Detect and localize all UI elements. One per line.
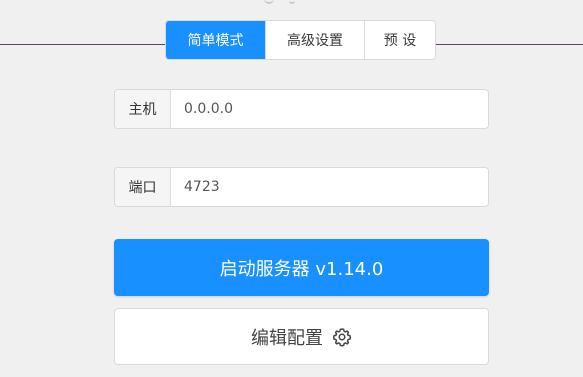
tab-simple-mode[interactable]: 简单模式: [166, 21, 265, 59]
logo-fragment: [264, 0, 274, 4]
start-server-label: 启动服务器 v1.14.0: [219, 258, 384, 280]
start-server-button[interactable]: 启动服务器 v1.14.0: [114, 239, 489, 296]
port-input[interactable]: [171, 168, 488, 206]
edit-config-label: 编辑配置: [251, 327, 323, 349]
port-field: 端口: [114, 167, 489, 207]
host-input[interactable]: [171, 90, 488, 128]
gear-icon: [332, 327, 352, 347]
host-label: 主机: [115, 90, 171, 128]
logo-fragment: [289, 0, 295, 4]
tab-presets[interactable]: 预 设: [364, 21, 435, 59]
port-label: 端口: [115, 168, 171, 206]
header-divider-left: [0, 44, 168, 45]
host-field: 主机: [114, 89, 489, 129]
tab-advanced-settings[interactable]: 高级设置: [265, 21, 364, 59]
mode-tabs: 简单模式 高级设置 预 设: [165, 20, 436, 60]
header-divider-right: [434, 44, 583, 45]
edit-config-button[interactable]: 编辑配置: [114, 308, 489, 365]
